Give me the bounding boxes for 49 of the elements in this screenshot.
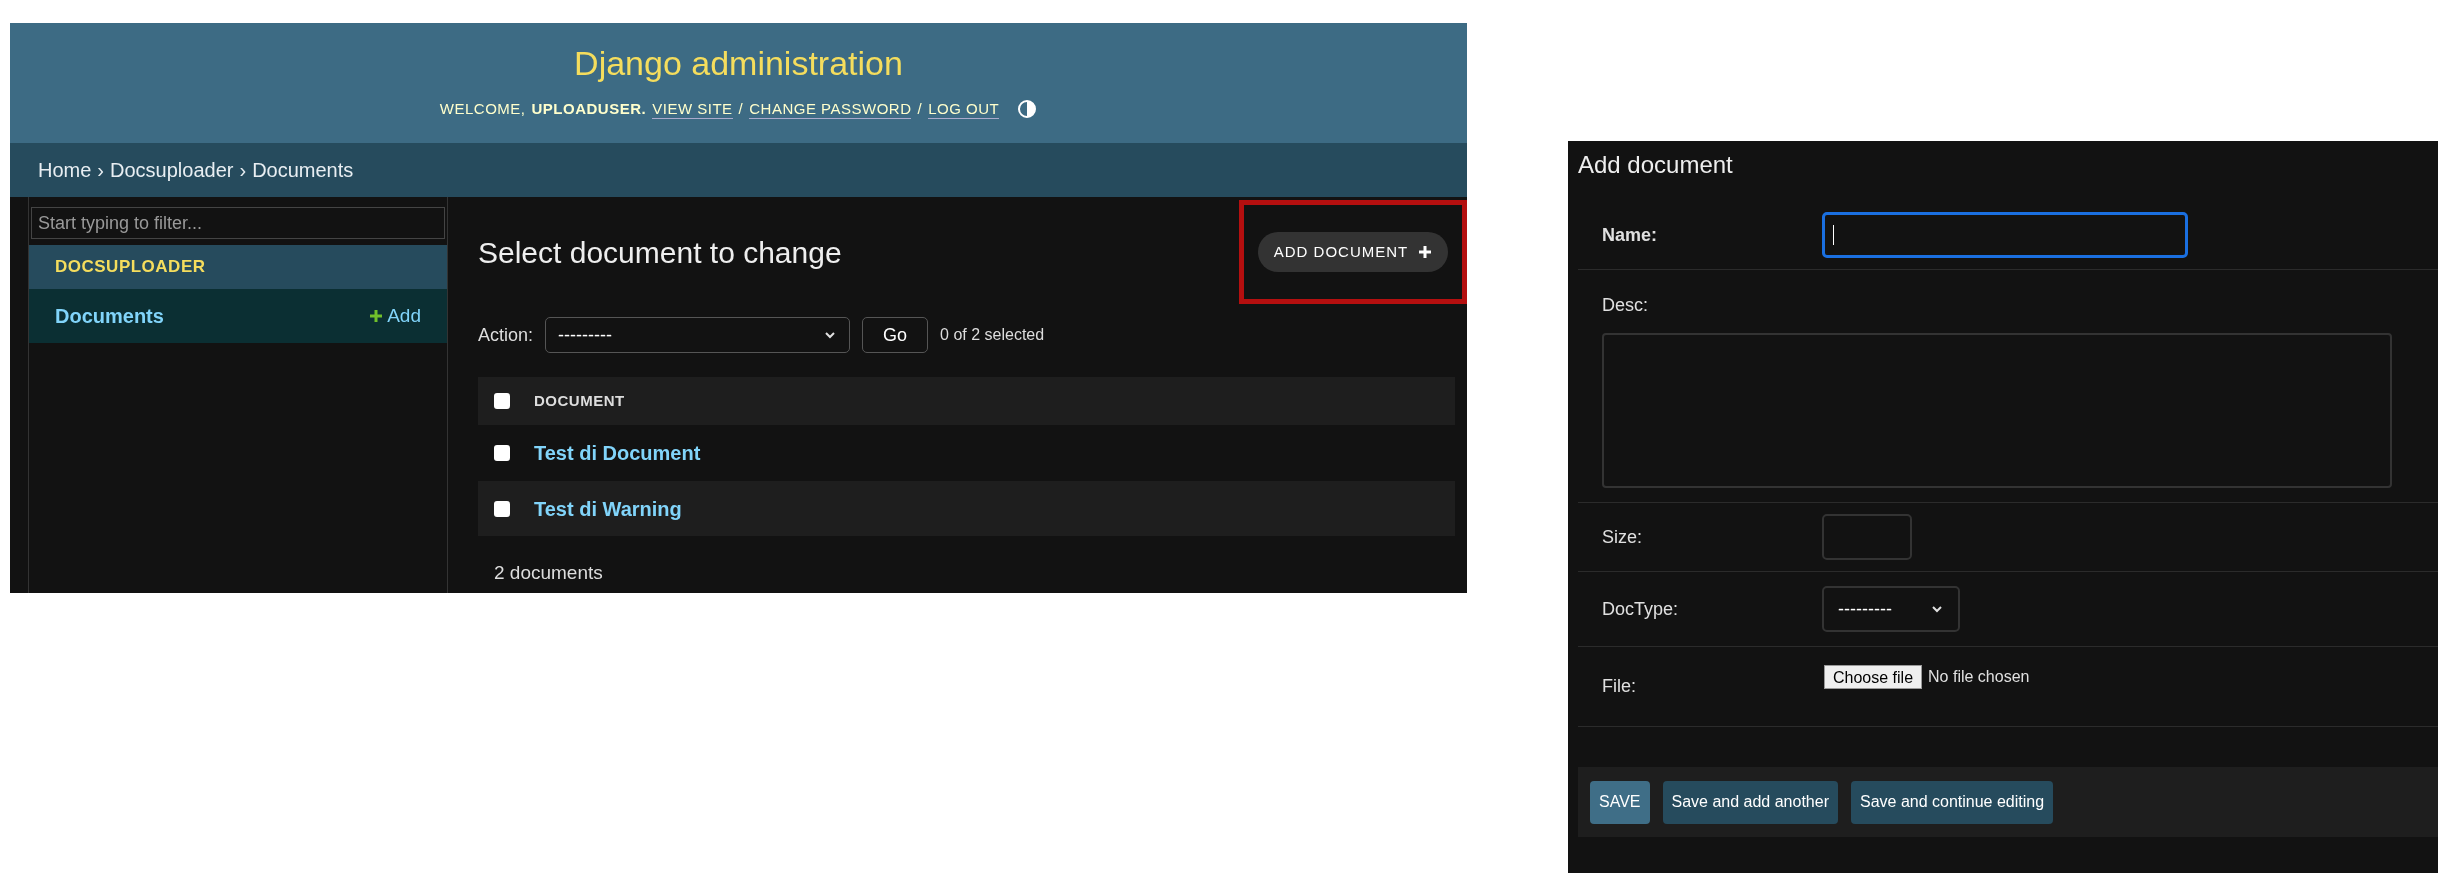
breadcrumb-link[interactable]: Home: [38, 155, 92, 185]
save-button[interactable]: Save and add another: [1662, 780, 1838, 824]
doctype-select[interactable]: ---------: [1822, 586, 1960, 632]
welcome-text: WELCOME,: [439, 98, 526, 119]
go-button[interactable]: Go: [862, 317, 929, 353]
username: UPLOADUSER.: [531, 98, 647, 119]
field-label: File:: [1602, 676, 1636, 696]
site-title: Django administration: [574, 45, 903, 80]
selection-counter: 0 of 2 selected: [940, 325, 1045, 345]
file-status: No file chosen: [1928, 667, 2030, 687]
header-link[interactable]: CHANGE PASSWORD: [749, 99, 912, 119]
app-header: DOCSUPLOADER: [29, 245, 447, 289]
action-label: Action:: [478, 323, 534, 347]
checkbox[interactable]: [494, 393, 510, 409]
model-row[interactable]: Documents Add: [29, 289, 447, 343]
header-link[interactable]: LOG OUT: [928, 99, 1000, 119]
model-link[interactable]: Documents: [55, 301, 164, 331]
field-label: Desc:: [1602, 294, 1648, 317]
document-link[interactable]: Test di Document: [534, 437, 701, 468]
filter-field[interactable]: Start typing to filter...: [31, 207, 445, 239]
separator: /: [738, 98, 744, 119]
plus-icon: [1418, 245, 1433, 259]
separator: /: [917, 98, 923, 119]
text-field[interactable]: [1822, 514, 1912, 560]
breadcrumb-separator: ›: [97, 158, 105, 183]
choose-file-button[interactable]: Choose file: [1824, 665, 1923, 689]
checkbox[interactable]: [494, 444, 510, 461]
add-link[interactable]: Add: [369, 301, 421, 331]
save-button[interactable]: SAVE: [1590, 780, 1650, 824]
contrast-icon[interactable]: [1017, 99, 1038, 119]
action-select[interactable]: ---------: [545, 317, 851, 353]
field-label: Name:: [1602, 224, 1658, 245]
save-button[interactable]: Save and continue editing: [1850, 780, 2054, 824]
plus-icon: [369, 309, 384, 323]
form-title: Add document: [1578, 150, 1734, 180]
header-link[interactable]: VIEW SITE: [652, 99, 733, 119]
checkbox[interactable]: [494, 500, 510, 517]
breadcrumb-current: Documents: [252, 158, 354, 183]
field-label: DocType:: [1602, 598, 1679, 619]
document-link[interactable]: Test di Warning: [534, 493, 682, 524]
text-field[interactable]: [1822, 212, 2188, 258]
column-header[interactable]: DOCUMENT: [534, 389, 625, 413]
result-count: 2 documents: [494, 561, 604, 585]
breadcrumb-separator: ›: [239, 158, 247, 183]
field-label: Size:: [1602, 526, 1643, 547]
page-title: Select document to change: [478, 234, 842, 271]
text-cursor: [1833, 225, 1834, 245]
breadcrumb-link[interactable]: Docsuploader: [110, 155, 234, 185]
add-document-button[interactable]: ADD DOCUMENT: [1257, 232, 1449, 272]
